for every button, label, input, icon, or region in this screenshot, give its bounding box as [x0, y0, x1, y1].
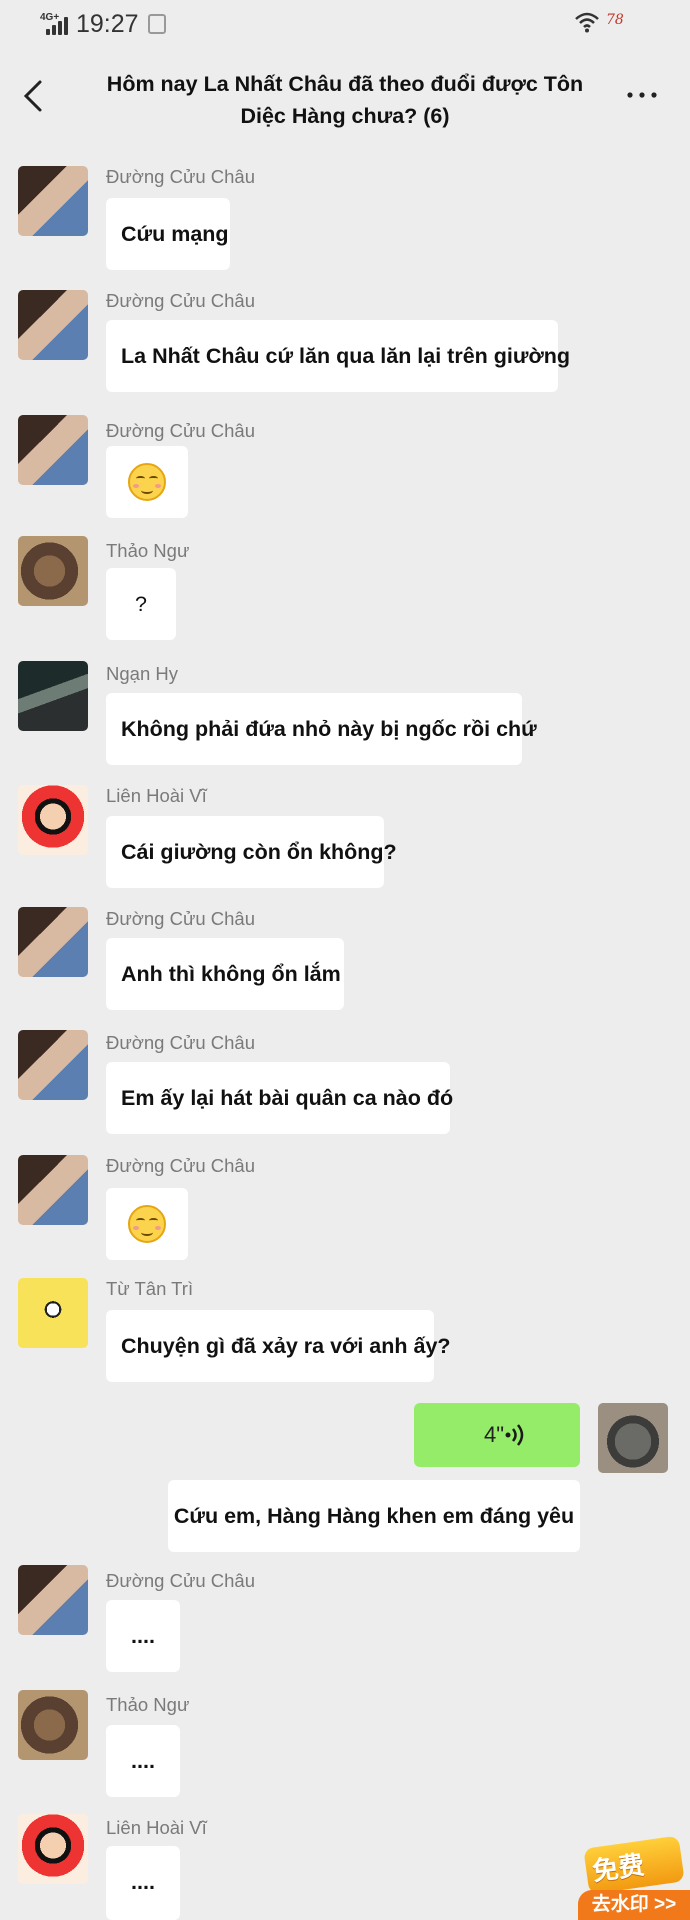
sender-name: Thảo Ngư: [106, 540, 190, 561]
avatar[interactable]: [18, 907, 88, 977]
status-bar: 4G+ 19:27 78: [0, 0, 690, 48]
message-bubble[interactable]: [106, 446, 188, 518]
sender-name: Liên Hoài Vĩ: [106, 785, 207, 806]
badge-free-label: 免费: [590, 1850, 647, 1888]
avatar[interactable]: [18, 415, 88, 485]
group-title: Hôm nay La Nhất Châu đã theo đuổi được T…: [106, 72, 584, 128]
avatar[interactable]: [18, 1155, 88, 1225]
message-bubble[interactable]: Em ấy lại hát bài quân ca nào đó: [106, 1062, 453, 1134]
self-avatar[interactable]: [598, 1403, 668, 1473]
message-bubble[interactable]: Anh thì không ổn lắm: [106, 938, 344, 1010]
message-bubble[interactable]: Cứu mạng: [106, 198, 230, 270]
wifi-icon: [575, 12, 599, 33]
avatar[interactable]: [18, 290, 88, 360]
sender-name: Đường Cửu Châu: [106, 1570, 255, 1591]
quoted-message: Cứu em, Hàng Hàng khen em đáng yêu: [168, 1480, 580, 1552]
sender-name: Thảo Ngư: [106, 1694, 190, 1715]
notification-icon: [148, 14, 166, 34]
status-time: 19:27: [76, 10, 139, 38]
back-arrow-icon[interactable]: [18, 76, 48, 116]
sender-name: Đường Cửu Châu: [106, 1032, 255, 1053]
avatar[interactable]: [18, 1565, 88, 1635]
sender-name: Từ Tân Trì: [106, 1278, 194, 1299]
sender-name: Ngạn Hy: [106, 663, 178, 684]
message-bubble[interactable]: ?: [106, 568, 176, 640]
blushing-grin-emoji-icon: [128, 463, 166, 501]
blushing-grin-emoji-icon: [128, 1205, 166, 1243]
battery-indicator: 78: [606, 12, 624, 28]
message-bubble[interactable]: ....: [106, 1846, 180, 1920]
message-bubble[interactable]: [106, 1188, 188, 1260]
message-bubble[interactable]: ....: [106, 1725, 180, 1797]
chat-header: Hôm nay La Nhất Châu đã theo đuổi được T…: [0, 48, 690, 156]
message-bubble[interactable]: La Nhất Châu cứ lăn qua lăn lại trên giư…: [106, 320, 570, 392]
avatar[interactable]: [18, 1030, 88, 1100]
voice-duration: 4": [483, 1422, 504, 1447]
avatar[interactable]: [18, 1814, 88, 1884]
more-options-icon[interactable]: [624, 88, 664, 102]
sender-name: Đường Cửu Châu: [106, 290, 255, 311]
sender-name: Liên Hoài Vĩ: [106, 1817, 207, 1838]
voice-message-bubble[interactable]: 4": [414, 1403, 580, 1467]
sender-name: Đường Cửu Châu: [106, 1155, 255, 1176]
avatar[interactable]: [18, 785, 88, 855]
badge-action-label: 去水印 >>: [578, 1890, 690, 1920]
avatar[interactable]: [18, 1690, 88, 1760]
voice-wave-icon: [505, 1424, 524, 1446]
message-bubble[interactable]: Cái giường còn ổn không?: [106, 816, 397, 888]
sender-name: Đường Cửu Châu: [106, 166, 255, 187]
message-bubble[interactable]: ....: [106, 1600, 180, 1672]
avatar[interactable]: [18, 536, 88, 606]
avatar[interactable]: [18, 1278, 88, 1348]
message-bubble[interactable]: Không phải đứa nhỏ này bị ngốc rồi chứ: [106, 693, 537, 765]
sender-name: Đường Cửu Châu: [106, 908, 255, 929]
remove-watermark-badge[interactable]: 免费 去水印 >>: [578, 1835, 690, 1920]
sender-name: Đường Cửu Châu: [106, 420, 255, 441]
message-bubble[interactable]: Chuyện gì đã xảy ra với anh ấy?: [106, 1310, 451, 1382]
avatar[interactable]: [18, 661, 88, 731]
avatar[interactable]: [18, 166, 88, 236]
signal-icon: [46, 15, 72, 35]
